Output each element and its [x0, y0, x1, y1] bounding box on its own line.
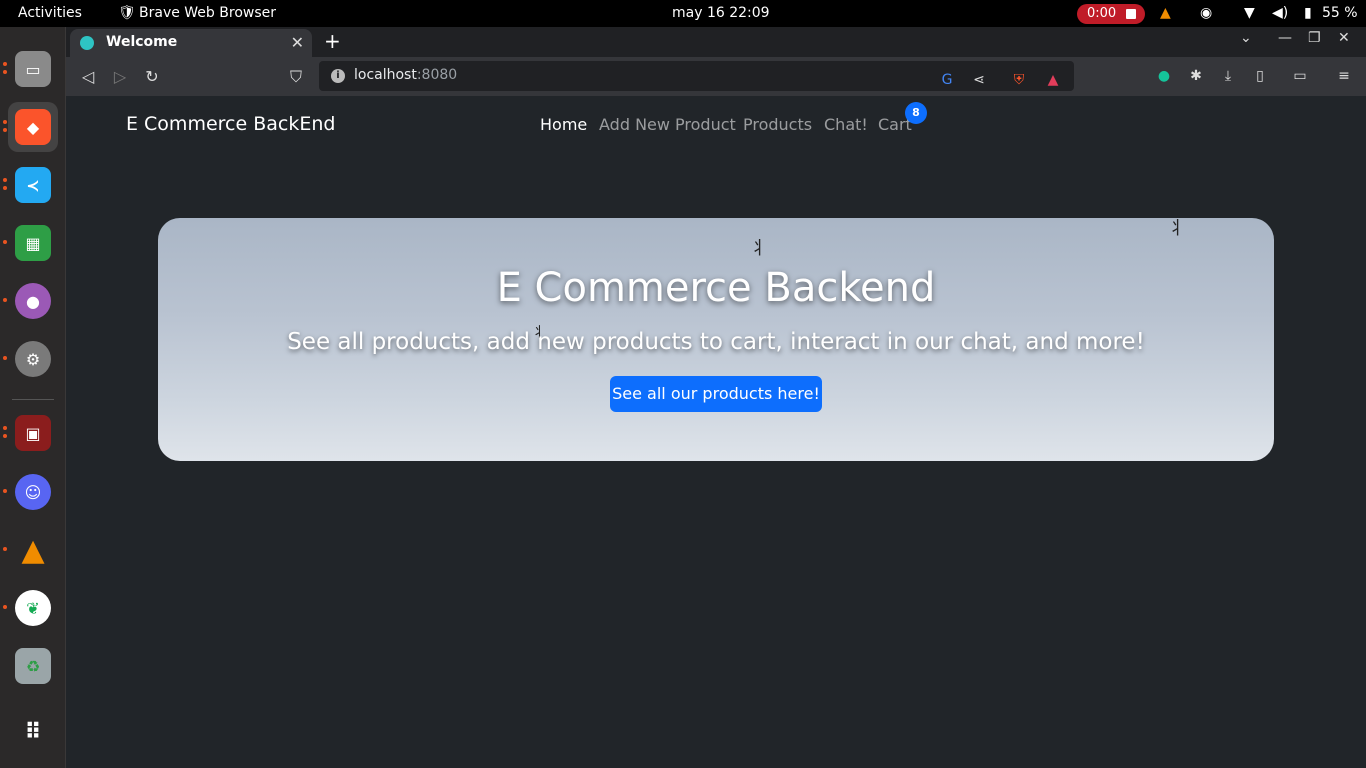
running-indicator: [3, 128, 7, 132]
vlc-tray-icon[interactable]: ▲: [1160, 0, 1171, 27]
close-window-button[interactable]: ✕: [1338, 30, 1350, 46]
navbar-brand[interactable]: E Commerce BackEnd: [126, 113, 335, 135]
battery-icon[interactable]: ▮: [1304, 0, 1312, 27]
dock-github[interactable]: ●: [8, 276, 58, 326]
new-tab-button[interactable]: +: [324, 29, 341, 53]
nav-add-product[interactable]: Add New Product: [599, 115, 736, 134]
globe-icon: [80, 36, 94, 50]
recording-time: 0:00: [1087, 6, 1117, 21]
brave-icon: ◆: [15, 109, 51, 145]
brave-rewards-icon[interactable]: ▲: [1043, 70, 1063, 90]
vlc-icon: ▲: [21, 532, 45, 568]
terminal-icon: ▣: [15, 415, 51, 451]
running-indicator: [3, 240, 7, 244]
dock: ▭ ◆ ≺ ▦ ● ⚙ ▣ ☺ ▲ ❦ ♻ ⠿: [0, 27, 66, 768]
running-indicator: [3, 120, 7, 124]
downloads-icon[interactable]: ⤓: [1218, 66, 1238, 86]
dock-files[interactable]: ▭: [8, 44, 58, 94]
system-top-bar: Activities 🛡 Brave Web Browser may 16 22…: [0, 0, 1366, 27]
browser-toolbar: ◁ ▷ ↻ ⛉ i localhost:8080 G ⋖ ⛨ ▲ ● ✱ ⤓ ▯…: [66, 57, 1366, 96]
dock-settings[interactable]: ⚙: [8, 334, 58, 384]
bookmark-icon[interactable]: ⛉: [284, 65, 308, 89]
running-indicator: [3, 547, 7, 551]
url-port: :8080: [416, 67, 458, 83]
trash-icon: ♻: [15, 648, 51, 684]
active-app-name[interactable]: Brave Web Browser: [139, 0, 276, 27]
github-icon: ●: [15, 283, 51, 319]
running-indicator: [3, 186, 7, 190]
mongodb-leaf-icon: ❦: [15, 590, 51, 626]
dock-mongodb[interactable]: ❦: [8, 583, 58, 633]
nav-products[interactable]: Products: [743, 115, 812, 134]
nav-home[interactable]: Home: [540, 115, 587, 134]
running-indicator: [3, 178, 7, 182]
extensions-icon[interactable]: ✱: [1186, 66, 1206, 86]
clock[interactable]: may 16 22:09: [672, 0, 770, 27]
back-button[interactable]: ◁: [76, 65, 100, 89]
web-page: E Commerce BackEnd Home Add New Product …: [66, 96, 1366, 768]
running-indicator: [3, 356, 7, 360]
dock-vscode[interactable]: ≺: [8, 160, 58, 210]
grid-icon: ⠿: [24, 719, 42, 745]
dock-brave[interactable]: ◆: [8, 102, 58, 152]
url-text[interactable]: localhost:8080: [354, 67, 457, 83]
wallet-icon[interactable]: ▭: [1290, 66, 1310, 86]
discord-tray-icon[interactable]: ◉: [1200, 0, 1212, 27]
sidebar-icon[interactable]: ▯: [1250, 66, 1270, 86]
brave-shields-icon[interactable]: ⛨: [1009, 70, 1029, 90]
dock-vlc[interactable]: ▲: [8, 525, 58, 575]
grammarly-icon[interactable]: ●: [1154, 66, 1174, 86]
running-indicator: [3, 426, 7, 430]
gear-icon: ⚙: [15, 341, 51, 377]
volume-icon[interactable]: ◀): [1272, 0, 1288, 27]
running-indicator: [3, 605, 7, 609]
brave-app-icon: 🛡: [118, 5, 136, 21]
dock-separator: [12, 399, 54, 400]
forward-button[interactable]: ▷: [108, 65, 132, 89]
bird-image: ⺦: [750, 238, 768, 259]
battery-percent[interactable]: 55 %: [1322, 0, 1358, 27]
dock-terminal[interactable]: ▣: [8, 408, 58, 458]
minimize-button[interactable]: —: [1278, 30, 1292, 46]
running-indicator: [3, 70, 7, 74]
see-products-button[interactable]: See all our products here!: [610, 376, 822, 412]
url-host: localhost: [354, 67, 417, 83]
google-icon[interactable]: G: [937, 70, 957, 90]
show-applications-button[interactable]: ⠿: [8, 707, 58, 757]
running-indicator: [3, 489, 7, 493]
bird-image: ⺦: [1168, 218, 1186, 239]
dock-spreadsheet[interactable]: ▦: [8, 218, 58, 268]
site-info-icon[interactable]: i: [331, 69, 345, 83]
close-tab-icon[interactable]: ✕: [291, 33, 304, 52]
menu-icon[interactable]: ≡: [1334, 66, 1354, 86]
discord-icon: ☺: [15, 474, 51, 510]
maximize-button[interactable]: ❐: [1308, 30, 1321, 46]
hero-title: E Commerce Backend: [496, 265, 936, 311]
hero-banner: ⺦ ⺦ ⺦ E Commerce Backend See all product…: [158, 218, 1274, 461]
tab-bar: Welcome ✕ + ⌄ — ❐ ✕: [66, 27, 1366, 57]
activities-button[interactable]: Activities: [18, 0, 82, 27]
dock-trash[interactable]: ♻: [8, 641, 58, 691]
tab-welcome[interactable]: Welcome ✕: [70, 29, 312, 57]
address-bar[interactable]: i localhost:8080 G ⋖ ⛨ ▲: [319, 61, 1074, 91]
cart-count-badge: 8: [905, 102, 927, 124]
wifi-icon[interactable]: ▼: [1244, 0, 1255, 27]
running-indicator: [3, 62, 7, 66]
nav-chat[interactable]: Chat!: [824, 115, 868, 134]
hero-subtitle: See all products, add new products to ca…: [287, 329, 1145, 355]
screen-recording-indicator[interactable]: 0:00: [1077, 4, 1145, 24]
vscode-icon: ≺: [15, 167, 51, 203]
tab-title: Welcome: [106, 34, 178, 50]
reload-button[interactable]: ↻: [140, 65, 164, 89]
tab-search-icon[interactable]: ⌄: [1240, 30, 1252, 46]
spreadsheet-icon: ▦: [15, 225, 51, 261]
files-icon: ▭: [15, 51, 51, 87]
share-icon[interactable]: ⋖: [969, 70, 989, 90]
stop-icon[interactable]: [1126, 9, 1136, 19]
running-indicator: [3, 434, 7, 438]
dock-discord[interactable]: ☺: [8, 467, 58, 517]
running-indicator: [3, 298, 7, 302]
